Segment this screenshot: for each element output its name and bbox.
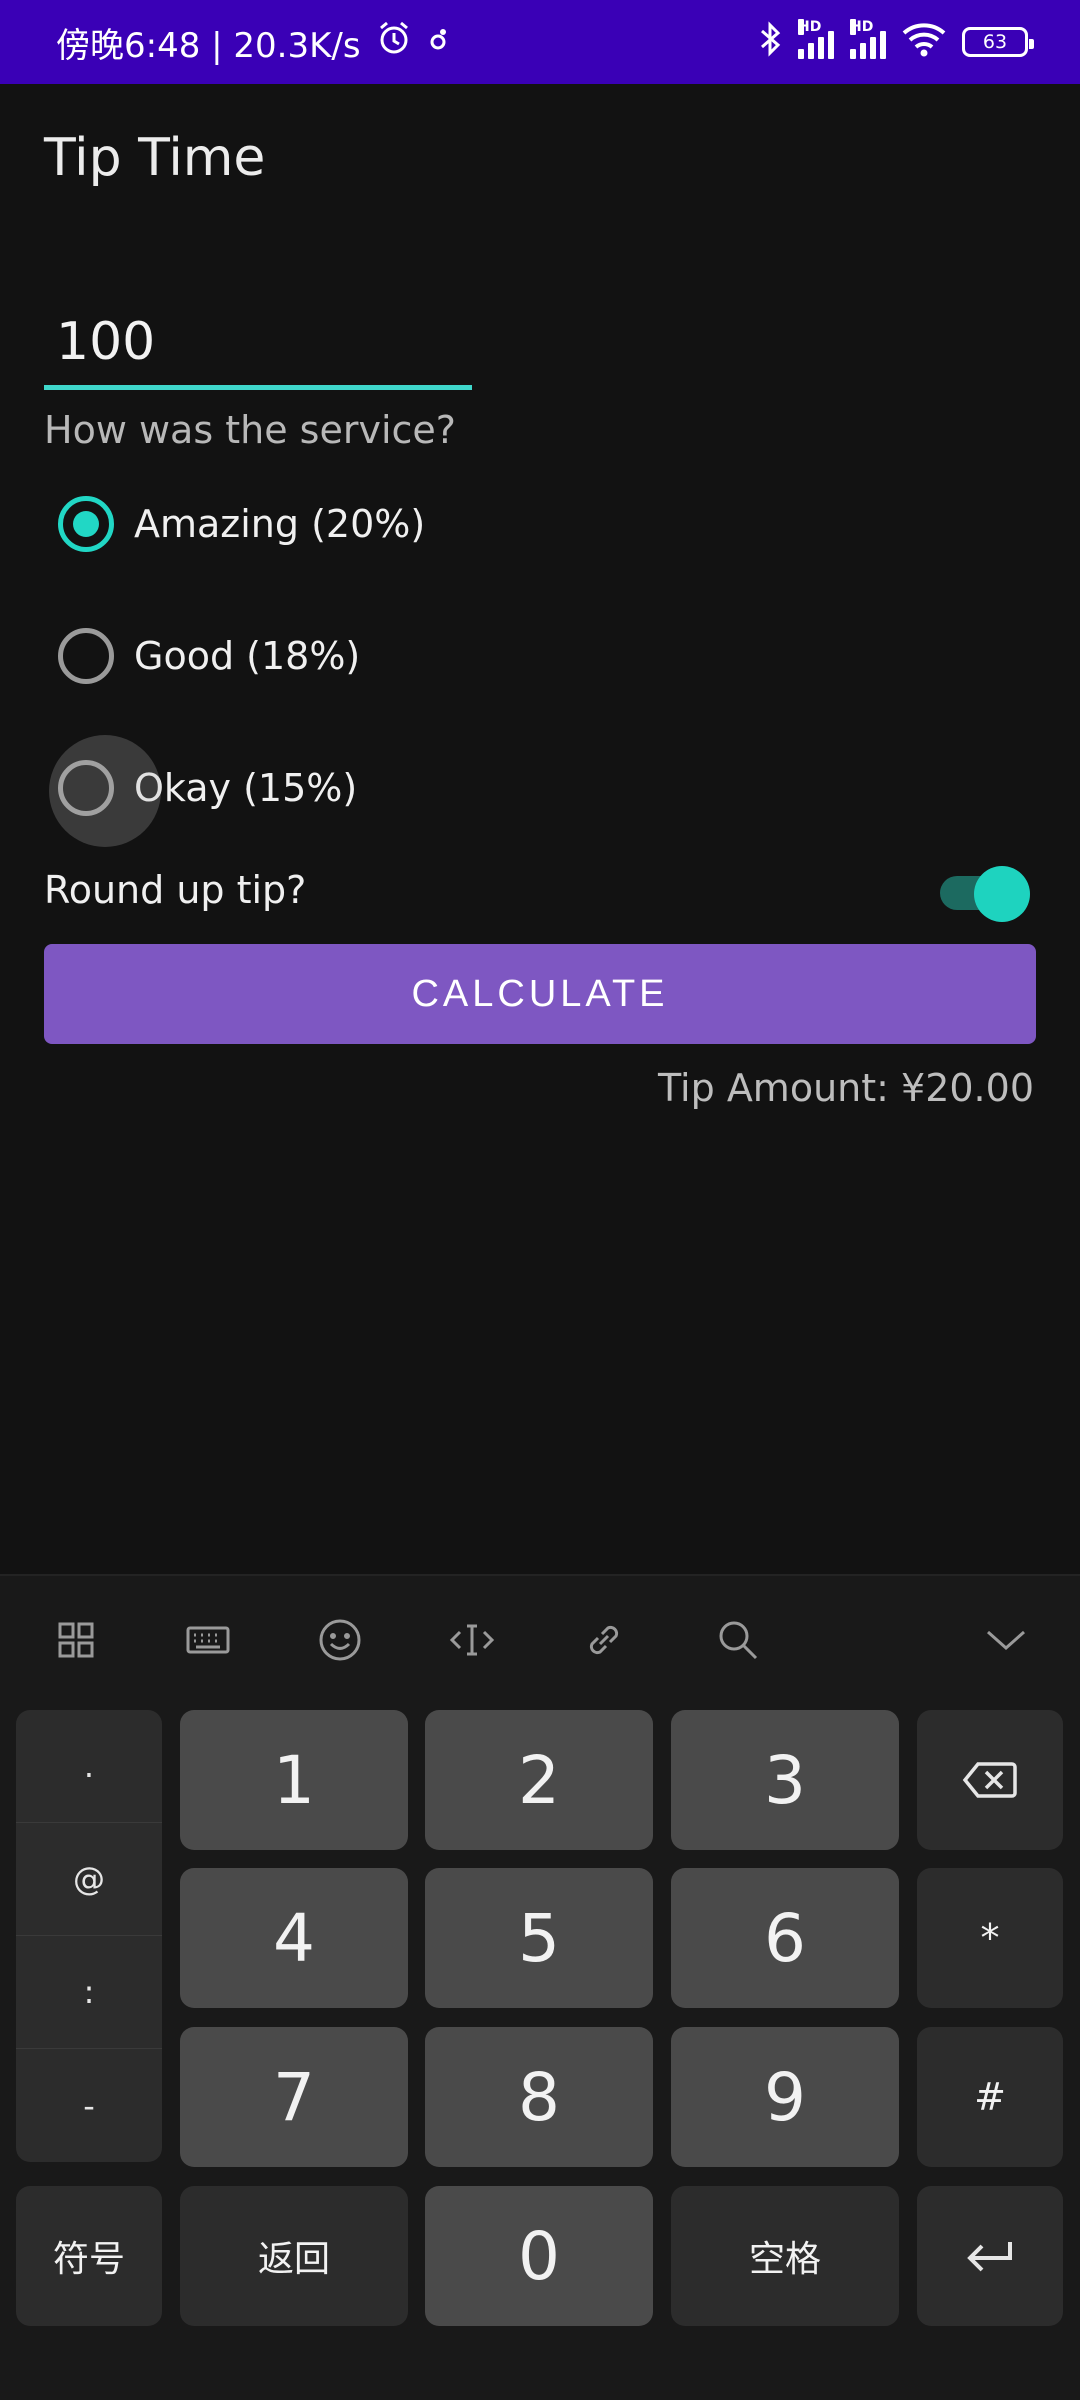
backspace-key[interactable] [917, 1710, 1063, 1850]
emoji-icon[interactable] [314, 1614, 366, 1666]
battery-level: 63 [982, 31, 1008, 53]
key-3[interactable]: 3 [671, 1710, 899, 1850]
key-7[interactable]: 7 [180, 2027, 408, 2167]
key-2[interactable]: 2 [425, 1710, 653, 1850]
radio-option-okay[interactable]: Okay (15%) [44, 735, 358, 847]
link-icon[interactable] [578, 1614, 630, 1666]
service-question: How was the service? [44, 408, 456, 452]
calculate-button[interactable]: CALCULATE [44, 944, 1036, 1044]
key-8[interactable]: 8 [425, 2027, 653, 2167]
bill-amount-input[interactable] [44, 300, 472, 384]
status-bar: 傍晚6:48 | 20.3K/s HD HD 63 [0, 0, 1080, 84]
soft-keyboard: . @ : - 1 2 3 4 5 6 7 8 9 0 * # 符号 返回 空格 [0, 1574, 1080, 2400]
radio-button-checked[interactable] [58, 496, 114, 552]
key-4[interactable]: 4 [180, 1868, 408, 2008]
alarm-icon [375, 19, 413, 66]
radio-label-amazing: Amazing (20%) [134, 502, 426, 546]
radio-label-okay: Okay (15%) [134, 766, 358, 810]
bluetooth-icon [758, 20, 782, 64]
status-right: HD HD 63 [758, 19, 1034, 64]
radio-button[interactable] [49, 735, 161, 847]
key-6[interactable]: 6 [671, 1868, 899, 2008]
radio-button[interactable] [58, 628, 114, 684]
touch-ripple [49, 735, 161, 847]
space-key[interactable]: 空格 [671, 2186, 899, 2326]
key-1[interactable]: 1 [180, 1710, 408, 1850]
enter-key[interactable] [917, 2186, 1063, 2326]
symbol-key-colon[interactable]: : [16, 1936, 162, 2049]
round-up-switch[interactable] [938, 864, 1030, 922]
status-left: 傍晚6:48 | 20.3K/s [56, 18, 449, 67]
notification-dot-icon [427, 22, 449, 62]
status-time: 傍晚6:48 | 20.3K/s [56, 25, 361, 66]
radio-option-amazing[interactable]: Amazing (20%) [44, 480, 425, 568]
key-0[interactable]: 0 [425, 2186, 653, 2326]
wifi-icon [902, 21, 946, 64]
symbol-key-dot[interactable]: . [16, 1710, 162, 1823]
battery-icon: 63 [962, 27, 1034, 57]
grid-icon[interactable] [50, 1614, 102, 1666]
switch-thumb [974, 866, 1030, 922]
key-5[interactable]: 5 [425, 1868, 653, 2008]
bill-amount-field[interactable] [44, 300, 472, 390]
cursor-icon[interactable] [446, 1614, 498, 1666]
back-key[interactable]: 返回 [180, 2186, 408, 2326]
radio-option-good[interactable]: Good (18%) [44, 612, 360, 700]
round-up-label: Round up tip? [44, 868, 307, 912]
symbol-column: . @ : - [16, 1710, 162, 2162]
symbol-key-minus[interactable]: - [16, 2049, 162, 2162]
symbols-key[interactable]: 符号 [16, 2186, 162, 2326]
keyboard-icon[interactable] [182, 1614, 234, 1666]
signal-icon: HD [798, 19, 834, 59]
enter-icon [967, 2242, 1012, 2272]
key-9[interactable]: 9 [671, 2027, 899, 2167]
collapse-icon[interactable] [980, 1614, 1032, 1666]
radio-label-good: Good (18%) [134, 634, 361, 678]
hash-key[interactable]: # [917, 2027, 1063, 2167]
signal-icon-2: HD [850, 19, 886, 59]
radio-dot [73, 511, 99, 537]
symbol-key-at[interactable]: @ [16, 1823, 162, 1936]
tip-amount-result: Tip Amount: ¥20.00 [658, 1066, 1034, 1110]
search-icon[interactable] [712, 1614, 764, 1666]
input-underline [44, 385, 472, 390]
backspace-icon [962, 1762, 1017, 1798]
keyboard-toolbar [0, 1576, 1080, 1706]
asterisk-key[interactable]: * [917, 1868, 1063, 2008]
app-title: Tip Time [44, 128, 266, 188]
